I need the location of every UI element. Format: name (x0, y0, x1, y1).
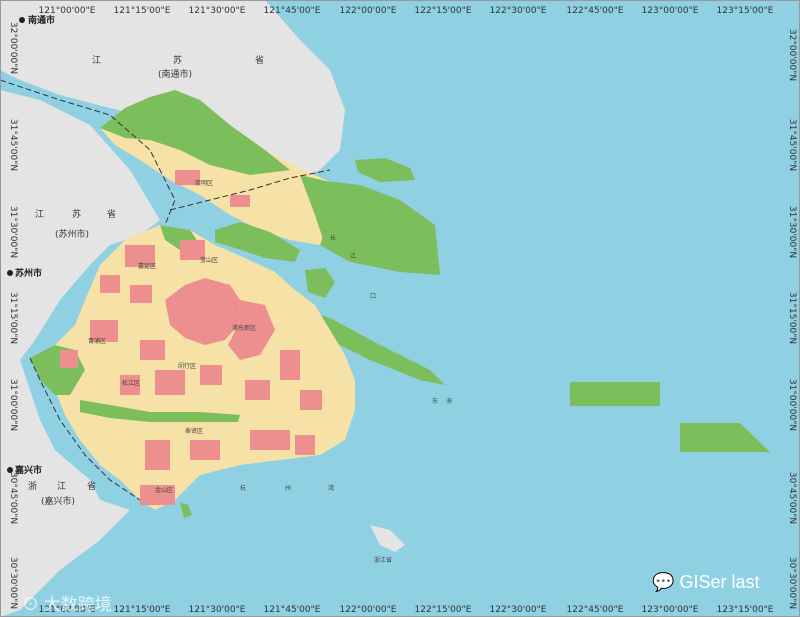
region-label: 苏 (72, 208, 81, 220)
region-label: 浙 (28, 480, 37, 492)
bottom-tick: 123°00'00"E (642, 605, 699, 615)
water-label: 东 (432, 397, 438, 405)
left-tick: 32°00'00"N (8, 22, 18, 74)
city-label: 苏州市 (15, 267, 42, 279)
bottom-tick: 123°15'00"E (717, 605, 774, 615)
city-label: 南通市 (28, 14, 55, 26)
region-label: 江 (92, 55, 101, 66)
watermark-left: ⊙ 大数跨境 (22, 590, 112, 615)
water-label: 杭 (240, 484, 246, 492)
region-label: 省 (87, 480, 96, 492)
watermark-right: 💬 GISer last (652, 572, 759, 593)
watermark-right-text: GISer last (679, 572, 760, 592)
district-label: 奉贤区 (185, 427, 203, 435)
city-dot-icon (19, 17, 25, 23)
region-label: 省 (107, 208, 116, 220)
bottom-tick: 122°45'00"E (567, 605, 624, 615)
water-label: 江 (350, 253, 356, 260)
water-label: 州 (285, 485, 291, 492)
top-tick: 123°15'00"E (717, 6, 774, 16)
region-label: 江 (35, 209, 44, 220)
right-tick: 30°45'00"N (787, 472, 797, 524)
watermark-logo-icon: ⊙ (22, 595, 39, 614)
right-tick: 30°30'00"N (787, 557, 797, 609)
district-label: 嘉定区 (138, 262, 156, 270)
region-label: 浙江省 (374, 556, 392, 564)
region-label: (南通市) (158, 68, 192, 80)
left-tick: 30°30'00"N (8, 557, 18, 609)
land-use-map: 121°00'00"E 121°15'00"E 121°30'00"E 121°… (0, 0, 800, 617)
water-label: 口 (370, 293, 376, 300)
region-label: (苏州市) (55, 228, 89, 240)
wechat-icon: 💬 (652, 572, 675, 592)
top-tick: 121°00'00"E (39, 6, 96, 16)
district-label: 浦东新区 (232, 324, 256, 332)
district-label: 闵行区 (178, 362, 196, 370)
left-tick: 31°45'00"N (8, 119, 18, 171)
city-dot-icon (7, 467, 13, 473)
top-tick: 122°00'00"E (340, 6, 397, 16)
top-tick: 121°45'00"E (264, 6, 321, 16)
bottom-tick: 121°30'00"E (189, 605, 246, 615)
offshore-green-block-1 (570, 382, 660, 406)
watermark-left-text: 大数跨境 (43, 595, 112, 614)
district-label: 松江区 (122, 379, 140, 387)
district-label: 金山区 (155, 486, 173, 494)
top-tick: 122°15'00"E (415, 6, 472, 16)
left-tick: 31°00'00"N (8, 379, 18, 431)
region-label: 省 (255, 54, 264, 66)
top-tick: 122°30'00"E (490, 6, 547, 16)
left-tick: 30°45'00"N (8, 472, 18, 524)
left-tick: 31°30'00"N (8, 206, 18, 258)
right-tick: 31°15'00"N (787, 292, 797, 344)
water-label: 长 (330, 234, 336, 242)
region-label: 江 (57, 481, 66, 492)
district-label: 青浦区 (88, 337, 106, 345)
top-tick: 122°45'00"E (567, 6, 624, 16)
left-tick: 31°15'00"N (8, 292, 18, 344)
water-label: 海 (446, 397, 452, 405)
city-dot-icon (7, 270, 13, 276)
city-label: 嘉兴市 (14, 464, 42, 476)
bottom-tick: 121°45'00"E (264, 605, 321, 615)
top-tick: 123°00'00"E (642, 6, 699, 16)
bottom-tick: 122°15'00"E (415, 605, 472, 615)
top-tick: 121°15'00"E (114, 6, 171, 16)
right-tick: 31°00'00"N (787, 379, 797, 431)
bottom-tick: 122°00'00"E (340, 605, 397, 615)
region-label: (嘉兴市) (41, 495, 75, 507)
region-label: 苏 (173, 54, 182, 66)
district-label: 崇明区 (195, 180, 213, 187)
district-label: 宝山区 (200, 256, 218, 264)
water-label: 湾 (328, 484, 334, 492)
right-tick: 31°30'00"N (787, 206, 797, 258)
right-tick: 32°00'00"N (787, 29, 797, 81)
bottom-tick: 122°30'00"E (490, 605, 547, 615)
bottom-tick: 121°15'00"E (114, 605, 171, 615)
right-tick: 31°45'00"N (787, 119, 797, 171)
top-tick: 121°30'00"E (189, 6, 246, 16)
